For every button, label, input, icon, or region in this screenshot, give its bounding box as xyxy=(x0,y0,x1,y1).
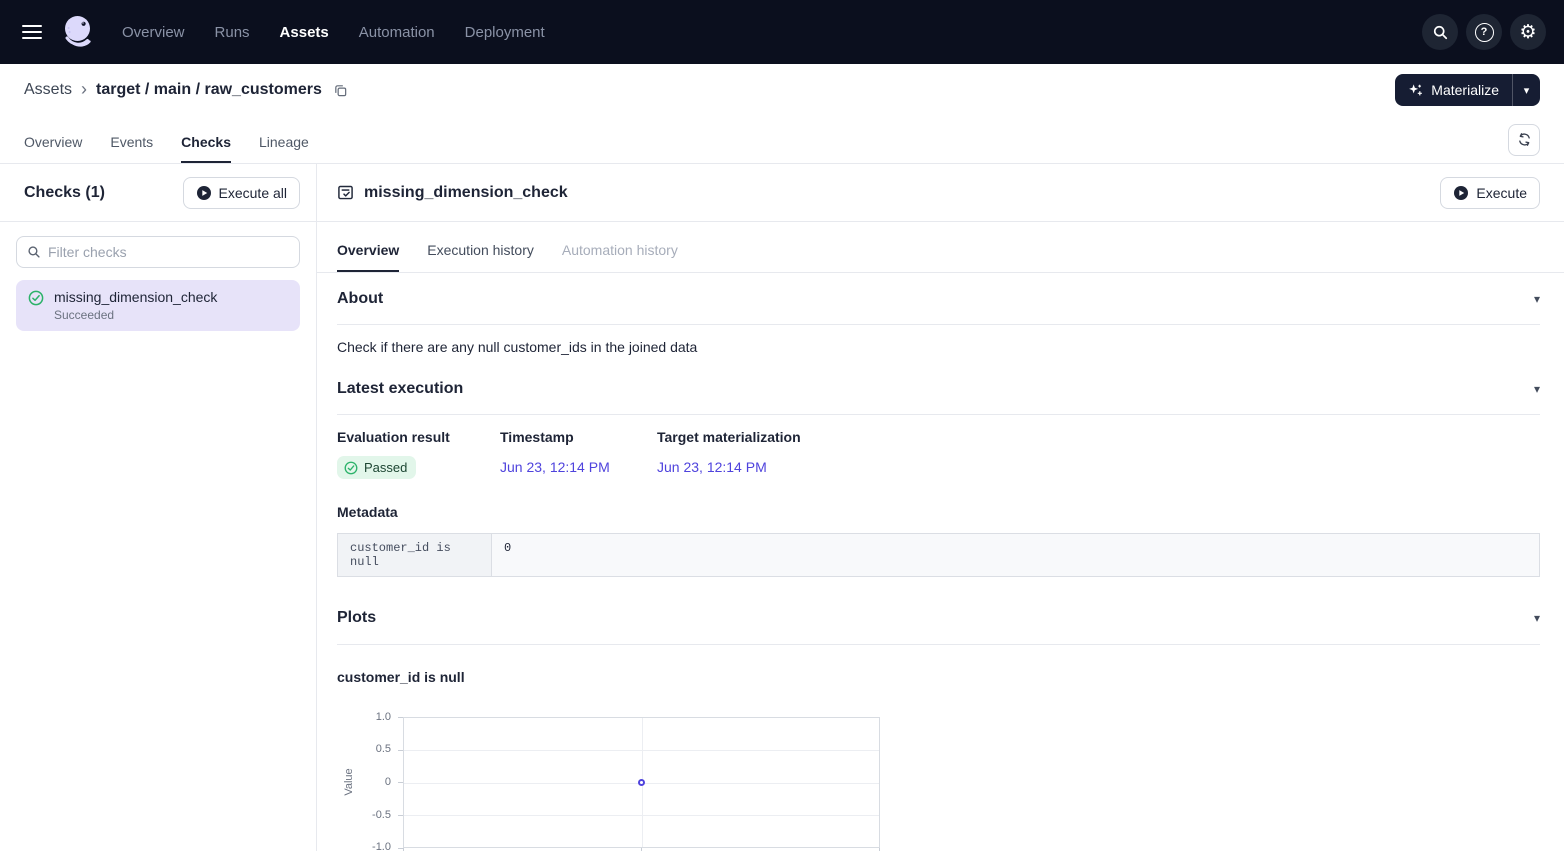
asset-key-path: target / main / raw_customers xyxy=(96,81,322,99)
check-item-status: Succeeded xyxy=(54,308,217,322)
col-target-materialization: Target materialization xyxy=(657,429,801,445)
materialize-button[interactable]: Materialize xyxy=(1395,74,1512,106)
asset-check-icon xyxy=(337,184,354,201)
about-title: About xyxy=(337,290,383,308)
top-nav: Overview Runs Assets Automation Deployme… xyxy=(0,0,1564,64)
y-tick: 0 xyxy=(351,776,391,789)
status-badge: Passed xyxy=(337,456,416,479)
checks-sidebar: Checks (1) Execute all missing_dimension… xyxy=(0,164,317,851)
refresh-icon xyxy=(1517,132,1532,147)
col-timestamp: Timestamp xyxy=(500,429,657,445)
breadcrumb-separator: › xyxy=(81,80,87,98)
play-icon xyxy=(196,185,212,201)
nav-automation[interactable]: Automation xyxy=(359,24,435,41)
execute-button[interactable]: Execute xyxy=(1440,177,1540,209)
search-icon xyxy=(1432,24,1449,41)
check-description: Check if there are any null customer_ids… xyxy=(337,339,1540,355)
tab-execution-history[interactable]: Execution history xyxy=(427,242,534,272)
data-point[interactable] xyxy=(638,779,645,786)
plots-title: Plots xyxy=(337,609,376,627)
gear-icon: ⚙ xyxy=(1519,23,1536,42)
refresh-button[interactable] xyxy=(1508,124,1540,156)
copy-icon[interactable] xyxy=(333,83,348,98)
help-icon: ? xyxy=(1475,23,1494,42)
metadata-table: customer_id is null 0 xyxy=(337,533,1540,577)
tab-automation-history[interactable]: Automation history xyxy=(562,242,678,272)
search-button[interactable] xyxy=(1422,14,1458,50)
metadata-value: 0 xyxy=(492,534,1539,576)
check-list-item[interactable]: missing_dimension_check Succeeded xyxy=(16,280,300,331)
breadcrumb-assets-link[interactable]: Assets xyxy=(24,81,72,99)
collapse-caret-icon[interactable]: ▾ xyxy=(1534,611,1540,625)
check-title: missing_dimension_check xyxy=(364,184,568,202)
menu-icon[interactable] xyxy=(22,25,42,39)
status-badge-label: Passed xyxy=(364,460,407,475)
filter-checks-input[interactable] xyxy=(48,244,289,260)
check-detail-tabs: Overview Execution history Automation hi… xyxy=(317,222,1564,273)
search-icon xyxy=(27,245,41,259)
check-item-name: missing_dimension_check xyxy=(54,289,217,305)
filter-checks-box xyxy=(16,236,300,268)
tab-lineage[interactable]: Lineage xyxy=(259,134,309,163)
y-tick: -1.0 xyxy=(351,841,391,851)
asset-tabs-row: Overview Events Checks Lineage xyxy=(0,116,1564,164)
plots-section-header: Plots ▾ xyxy=(337,593,1540,645)
plot-title: customer_id is null xyxy=(337,669,1540,685)
nav-deployment[interactable]: Deployment xyxy=(465,24,545,41)
check-circle-icon xyxy=(344,461,358,475)
sparkle-icon xyxy=(1408,83,1423,98)
check-detail-panel: missing_dimension_check Execute Overview… xyxy=(317,164,1564,851)
nav-assets[interactable]: Assets xyxy=(280,24,329,41)
tab-events[interactable]: Events xyxy=(110,134,153,163)
collapse-caret-icon[interactable]: ▾ xyxy=(1534,382,1540,396)
execute-label: Execute xyxy=(1476,185,1527,201)
help-button[interactable]: ? xyxy=(1466,14,1502,50)
nav-runs[interactable]: Runs xyxy=(215,24,250,41)
latest-execution-title: Latest execution xyxy=(337,380,463,398)
timestamp-link[interactable]: Jun 23, 12:14 PM xyxy=(500,459,610,475)
execute-all-button[interactable]: Execute all xyxy=(183,177,300,209)
breadcrumb-row: Assets › target / main / raw_customers M… xyxy=(0,64,1564,116)
value-plot-chart: Value 1.0 0.5 0 -0.5 -1.0 xyxy=(337,707,1540,851)
materialize-dropdown-button[interactable]: ▾ xyxy=(1512,74,1540,106)
play-icon xyxy=(1453,185,1469,201)
target-materialization-link[interactable]: Jun 23, 12:14 PM xyxy=(657,459,767,475)
materialize-split-button: Materialize ▾ xyxy=(1395,74,1540,106)
y-tick: 0.5 xyxy=(351,743,391,756)
about-section-header: About ▾ xyxy=(337,273,1540,325)
tab-checks[interactable]: Checks xyxy=(181,134,231,163)
y-tick: 1.0 xyxy=(351,711,391,724)
chevron-down-icon: ▾ xyxy=(1524,84,1530,97)
nav-overview[interactable]: Overview xyxy=(122,24,185,41)
checks-count-title: Checks (1) xyxy=(24,184,105,202)
execute-all-label: Execute all xyxy=(219,185,287,201)
latest-execution-section-header: Latest execution ▾ xyxy=(337,363,1540,415)
metadata-title: Metadata xyxy=(337,504,1540,520)
materialize-label: Materialize xyxy=(1431,82,1499,98)
metadata-key: customer_id is null xyxy=(338,534,492,576)
y-tick: -0.5 xyxy=(351,809,391,822)
settings-button[interactable]: ⚙ xyxy=(1510,14,1546,50)
tab-check-overview[interactable]: Overview xyxy=(337,242,399,272)
collapse-caret-icon[interactable]: ▾ xyxy=(1534,292,1540,306)
primary-nav: Overview Runs Assets Automation Deployme… xyxy=(122,24,545,41)
check-success-icon xyxy=(28,290,44,322)
latest-execution-values: Passed Jun 23, 12:14 PM Jun 23, 12:14 PM xyxy=(337,456,1540,480)
dagster-logo-icon[interactable] xyxy=(60,14,96,50)
tab-overview[interactable]: Overview xyxy=(24,134,82,163)
breadcrumb: Assets › target / main / raw_customers xyxy=(24,81,348,99)
col-evaluation-result: Evaluation result xyxy=(337,429,500,445)
latest-execution-columns: Evaluation result Timestamp Target mater… xyxy=(337,429,1540,445)
